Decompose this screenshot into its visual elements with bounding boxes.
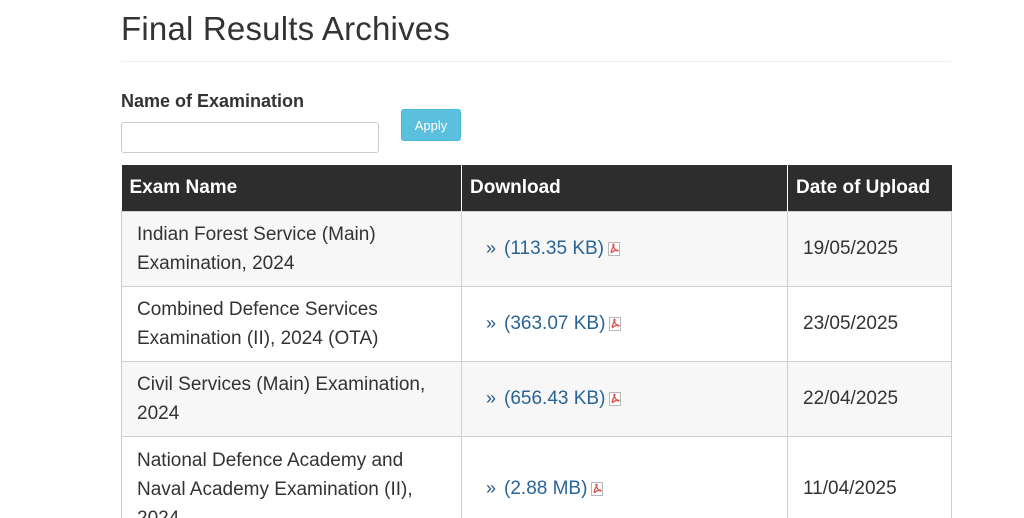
upload-date-cell: 23/05/2025: [787, 285, 952, 362]
download-cell: » (656.43 KB): [461, 360, 788, 437]
table-row: Civil Services (Main) Examination, 2024»…: [121, 360, 952, 437]
exam-name-cell: Combined Defence Services Examination (I…: [121, 285, 462, 362]
double-chevron-right-icon: »: [486, 313, 497, 333]
upload-date-cell: 22/04/2025: [787, 360, 952, 437]
exam-name-filter-label: Name of Examination: [121, 91, 305, 111]
table-header-row: Exam Name Download Date of Upload: [121, 165, 952, 211]
final-results-page: Final Results Archives Name of Examinati…: [0, 0, 1024, 518]
table-row: Combined Defence Services Examination (I…: [121, 285, 952, 362]
pdf-icon[interactable]: [609, 392, 622, 406]
header-download: Download: [461, 165, 788, 211]
download-cell: » (363.07 KB): [461, 285, 788, 362]
table-row: National Defence Academy and Naval Acade…: [121, 435, 952, 518]
exam-name-cell: National Defence Academy and Naval Acade…: [121, 435, 462, 518]
upload-date-cell: 11/04/2025: [787, 435, 952, 518]
pdf-icon[interactable]: [609, 317, 622, 331]
page-title: Final Results Archives: [121, 10, 451, 47]
apply-button[interactable]: Apply: [401, 109, 461, 141]
double-chevron-right-icon: »: [486, 388, 497, 408]
exam-name-cell: Civil Services (Main) Examination, 2024: [121, 360, 462, 437]
download-cell: » (113.35 KB): [461, 210, 788, 287]
double-chevron-right-icon: »: [486, 478, 497, 498]
results-table: Exam Name Download Date of Upload Indian…: [121, 165, 952, 518]
double-chevron-right-icon: »: [486, 238, 497, 258]
results-table-body: Indian Forest Service (Main) Examination…: [121, 210, 952, 518]
exam-name-cell: Indian Forest Service (Main) Examination…: [121, 210, 462, 287]
title-divider: [121, 61, 951, 62]
download-link[interactable]: (656.43 KB): [504, 388, 605, 409]
download-link[interactable]: (363.07 KB): [504, 313, 605, 334]
header-date-of-upload: Date of Upload: [787, 165, 952, 211]
pdf-icon[interactable]: [608, 242, 620, 256]
download-link[interactable]: (113.35 KB): [504, 238, 604, 259]
download-cell: » (2.88 MB): [461, 435, 788, 518]
upload-date-cell: 19/05/2025: [787, 210, 952, 287]
exam-name-input[interactable]: [121, 122, 379, 153]
pdf-icon[interactable]: [591, 482, 604, 496]
table-row: Indian Forest Service (Main) Examination…: [121, 210, 952, 287]
download-link[interactable]: (2.88 MB): [504, 478, 587, 499]
header-exam-name: Exam Name: [121, 165, 462, 211]
